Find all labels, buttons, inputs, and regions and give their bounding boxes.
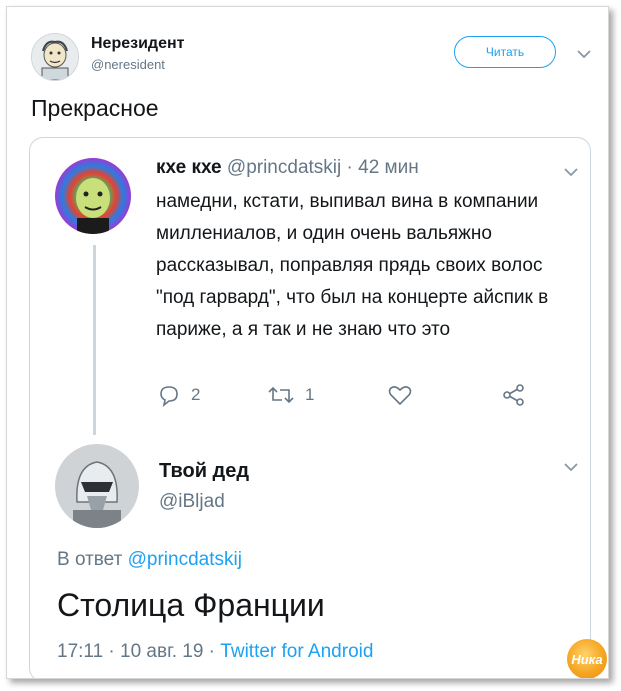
retweet-icon (268, 386, 294, 404)
thread-connector-line (93, 245, 96, 435)
reply-count: 2 (191, 385, 201, 404)
retweet-action[interactable]: 1 (267, 383, 314, 407)
heart-icon (388, 386, 412, 406)
quoted-tweet-header: кхе кхе @princdatskij · 42 мин (156, 157, 419, 179)
author-avatar[interactable] (31, 33, 79, 81)
share-icon (503, 384, 524, 406)
author-handle[interactable]: @neresident (91, 57, 165, 72)
reply-to-prefix: В ответ (57, 549, 123, 570)
watermark-logo: Ника (567, 639, 607, 678)
tweet-text: Прекрасное (31, 95, 159, 121)
reply-author-name[interactable]: Твой дед (159, 460, 249, 483)
quoted-author-avatar[interactable] (55, 158, 131, 234)
reply-timestamp[interactable]: 17:11 · 10 авг. 19 · (57, 641, 215, 662)
quoted-tweet-time[interactable]: 42 мин (358, 157, 419, 178)
follow-button[interactable]: Читать (454, 36, 556, 68)
reply-author-avatar[interactable] (55, 444, 139, 528)
reply-text: Столица Франции (57, 587, 325, 623)
tweet-screenshot: Нерезидент @neresident Читать Прекрасное (6, 6, 609, 679)
reply-author-handle[interactable]: @iBljad (159, 491, 225, 513)
quoted-tweet-body: намедни, кстати, выпивал вина в компании… (156, 191, 549, 340)
reply-meta: 17:11 · 10 авг. 19 · Twitter for Android (57, 641, 373, 663)
meta-separator: · (341, 157, 359, 178)
author-name[interactable]: Нерезидент (91, 35, 184, 53)
source-link[interactable]: Twitter for Android (220, 641, 373, 662)
reply-to-handle-link[interactable]: @princdatskij (128, 549, 242, 570)
quoted-chevron-down-icon[interactable] (564, 168, 578, 177)
reply-action[interactable]: 2 (157, 383, 200, 407)
like-action[interactable] (387, 383, 423, 407)
quoted-author-handle[interactable]: @princdatskij (227, 157, 341, 178)
reply-to-line: В ответ @princdatskij (57, 549, 242, 571)
retweet-count: 1 (305, 385, 315, 404)
chevron-down-icon[interactable] (577, 50, 591, 59)
quoted-author-name[interactable]: кхе кхе (156, 157, 222, 178)
reply-icon (160, 386, 178, 407)
reply-chevron-down-icon[interactable] (564, 463, 578, 472)
share-action[interactable] (501, 383, 537, 407)
